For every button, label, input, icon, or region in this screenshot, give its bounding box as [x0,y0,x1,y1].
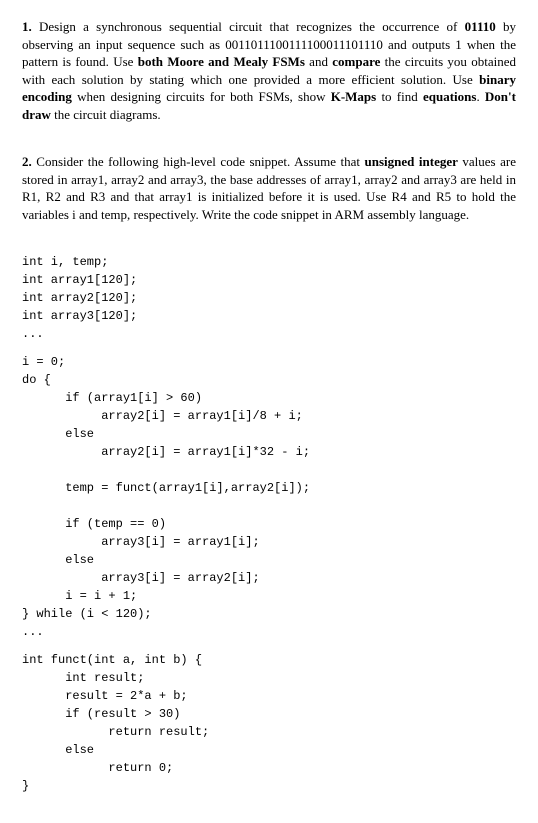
code-body: i = 0; do { if (array1[i] > 60) array2[i… [22,353,516,641]
code-function: int funct(int a, int b) { int result; re… [22,651,516,795]
q2-text-a: Consider the following high-level code s… [32,154,365,169]
code-declarations: int i, temp; int array1[120]; int array2… [22,253,516,343]
q1-period: . [476,89,484,104]
q1-kmaps: K-Maps [331,89,377,104]
question-2: 2. Consider the following high-level cod… [22,153,516,223]
q1-bothfsms: both Moore and Mealy FSMs [138,54,305,69]
q1-compare: compare [332,54,380,69]
q1-donttail: the circuit diagrams. [51,107,161,122]
q1-kmaps-tail: to find [376,89,423,104]
q2-number: 2. [22,154,32,169]
q1-number: 1. [22,19,32,34]
q1-binary-tail: when designing circuits for both FSMs, s… [72,89,331,104]
q1-equations: equations [423,89,476,104]
q1-and: and [305,54,332,69]
q1-text-a: Design a synchronous sequential circuit … [32,19,465,34]
q2-unsigned: unsigned integer [365,154,458,169]
q1-pattern: 01110 [465,19,496,34]
question-1: 1. Design a synchronous sequential circu… [22,18,516,123]
